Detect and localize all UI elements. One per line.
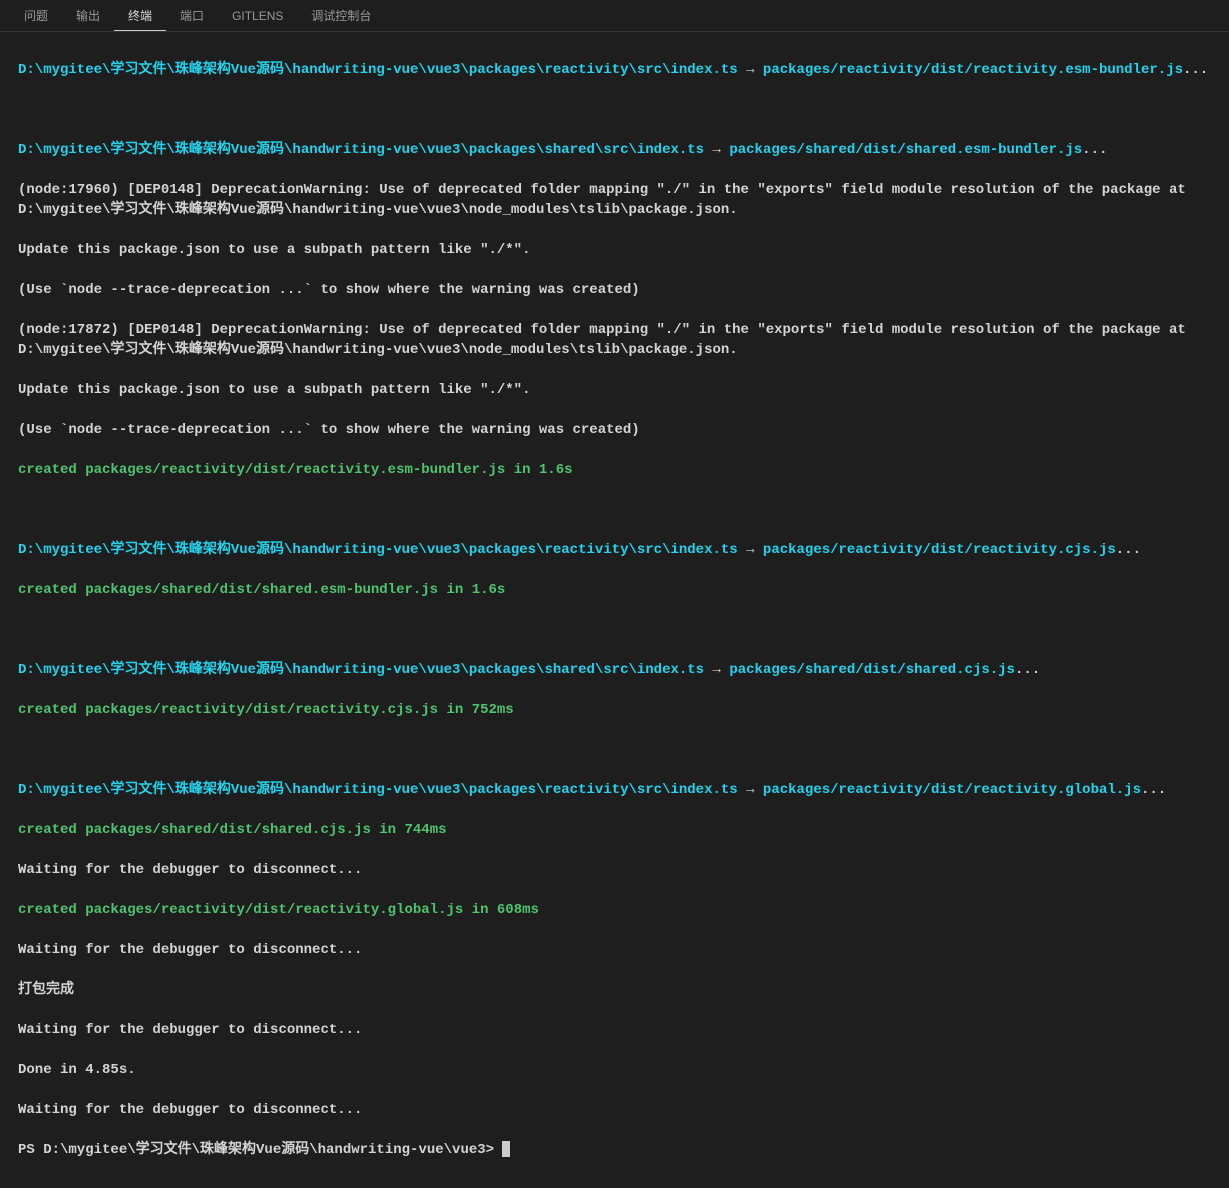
path: D:\mygitee\学习文件\珠峰架构Vue源码\handwriting-vu… [18, 662, 704, 678]
msg-wait: Waiting for the debugger to disconnect..… [18, 940, 1211, 960]
arrow: → [738, 542, 763, 558]
tab-problems[interactable]: 问题 [10, 1, 62, 30]
tab-terminal[interactable]: 终端 [114, 1, 166, 31]
created-label: created [18, 702, 85, 718]
path: D:\mygitee\学习文件\珠峰架构Vue源码\handwriting-vu… [18, 542, 738, 558]
path: D:\mygitee\学习文件\珠峰架构Vue源码\handwriting-vu… [18, 142, 704, 158]
msg-wait: Waiting for the debugger to disconnect..… [18, 1020, 1211, 1040]
created-label: created [18, 902, 85, 918]
arrow: → [704, 142, 729, 158]
tab-ports[interactable]: 端口 [166, 1, 218, 30]
msg-done: Done in 4.85s. [18, 1060, 1211, 1080]
ellipsis: ... [1141, 782, 1166, 798]
warning: (Use `node --trace-deprecation ...` to s… [18, 420, 1211, 440]
target: packages/shared/dist/shared.cjs.js [729, 662, 1015, 678]
terminal-output[interactable]: D:\mygitee\学习文件\珠峰架构Vue源码\handwriting-vu… [0, 32, 1229, 1188]
target: packages/reactivity/dist/reactivity.esm-… [763, 62, 1183, 78]
in: in [371, 822, 405, 838]
created-file: packages/reactivity/dist/reactivity.cjs.… [85, 702, 438, 718]
in: in [505, 462, 539, 478]
created-label: created [18, 582, 85, 598]
time: 744ms [404, 822, 446, 838]
ellipsis: ... [1082, 142, 1107, 158]
target: packages/shared/dist/shared.esm-bundler.… [729, 142, 1082, 158]
warning: (node:17960) [DEP0148] DeprecationWarnin… [18, 180, 1211, 220]
msg-wait: Waiting for the debugger to disconnect..… [18, 1100, 1211, 1120]
in: in [438, 702, 472, 718]
created-file: packages/shared/dist/shared.esm-bundler.… [85, 582, 438, 598]
path: D:\mygitee\学习文件\珠峰架构Vue源码\handwriting-vu… [18, 782, 738, 798]
ellipsis: ... [1015, 662, 1040, 678]
arrow: → [738, 62, 763, 78]
msg-wait: Waiting for the debugger to disconnect..… [18, 860, 1211, 880]
warning: (Use `node --trace-deprecation ...` to s… [18, 280, 1211, 300]
tab-debug[interactable]: 调试控制台 [297, 1, 385, 30]
time: 1.6s [539, 462, 573, 478]
warning: (node:17872) [DEP0148] DeprecationWarnin… [18, 320, 1211, 360]
in: in [438, 582, 472, 598]
created-label: created [18, 462, 85, 478]
time: 752ms [472, 702, 514, 718]
tab-gitlens[interactable]: GITLENS [218, 3, 297, 29]
created-file: packages/reactivity/dist/reactivity.glob… [85, 902, 463, 918]
created-file: packages/shared/dist/shared.cjs.js [85, 822, 371, 838]
tab-output[interactable]: 输出 [62, 1, 114, 30]
prompt: PS D:\mygitee\学习文件\珠峰架构Vue源码\handwriting… [18, 1142, 502, 1158]
msg-done-pack: 打包完成 [18, 980, 1211, 1000]
cursor [502, 1141, 510, 1157]
in: in [463, 902, 497, 918]
time: 608ms [497, 902, 539, 918]
created-label: created [18, 822, 85, 838]
warning: Update this package.json to use a subpat… [18, 240, 1211, 260]
target: packages/reactivity/dist/reactivity.glob… [763, 782, 1141, 798]
target: packages/reactivity/dist/reactivity.cjs.… [763, 542, 1116, 558]
ellipsis: ... [1116, 542, 1141, 558]
created-file: packages/reactivity/dist/reactivity.esm-… [85, 462, 505, 478]
ellipsis: ... [1183, 62, 1208, 78]
arrow: → [738, 782, 763, 798]
arrow: → [704, 662, 729, 678]
path: D:\mygitee\学习文件\珠峰架构Vue源码\handwriting-vu… [18, 62, 738, 78]
panel-tabs: 问题 输出 终端 端口 GITLENS 调试控制台 [0, 0, 1229, 32]
warning: Update this package.json to use a subpat… [18, 380, 1211, 400]
time: 1.6s [472, 582, 506, 598]
